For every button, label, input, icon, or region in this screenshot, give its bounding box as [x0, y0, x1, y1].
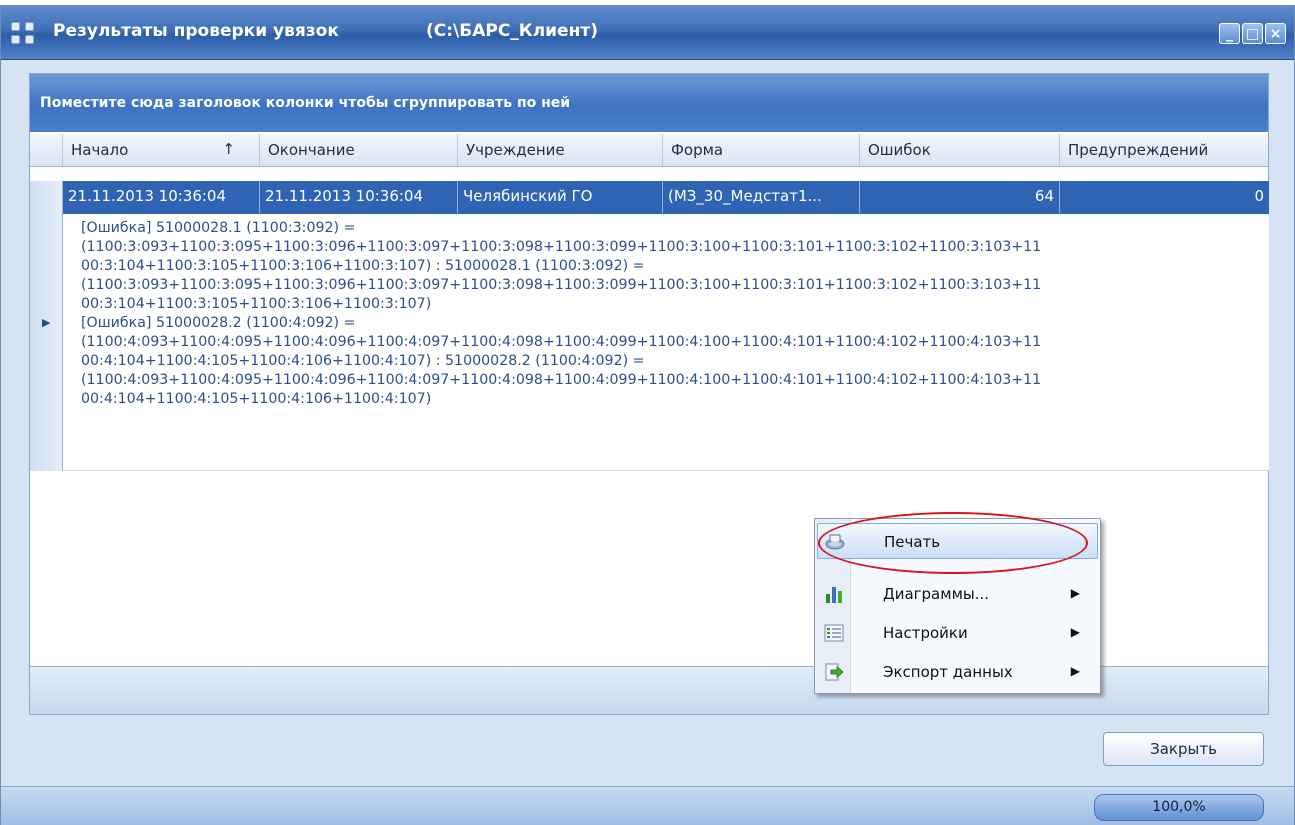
detail-line: (1100:4:093+1100:4:095+1100:4:096+1100:4… [81, 334, 1042, 350]
cell-end: 21.11.2013 10:36:04 [260, 181, 458, 214]
row-detail-text: [Ошибка] 51000028.1 (1100:3:092) = (1100… [63, 214, 1269, 471]
close-window-button[interactable]: × [1265, 23, 1286, 44]
group-by-panel[interactable]: Поместите сюда заголовок колонки чтобы с… [30, 74, 1268, 132]
detail-line: (1100:4:093+1100:4:095+1100:4:096+1100:4… [81, 372, 1042, 388]
menu-item-label: Диаграммы... [883, 585, 990, 603]
column-headers: Начало ↑ Окончание Учреждение Форма Ошиб… [30, 134, 1268, 167]
header-indicator-cell [30, 134, 63, 166]
column-header-institution[interactable]: Учреждение [458, 134, 663, 166]
results-window: Результаты проверки увязок (C:\БАРС_Клие… [0, 5, 1295, 825]
window-title: Результаты проверки увязок [53, 21, 339, 41]
column-header-start[interactable]: Начало ↑ [63, 134, 260, 166]
menu-item-export[interactable]: Экспорт данных ▶ [817, 654, 1098, 690]
column-header-errors[interactable]: Ошибок [860, 134, 1060, 166]
bar-chart-icon [826, 587, 842, 603]
zoom-indicator[interactable]: 100,0% [1094, 794, 1264, 821]
menu-item-print[interactable]: Печать [817, 523, 1098, 559]
cell-start: 21.11.2013 10:36:04 [63, 181, 260, 214]
cell-errors: 64 [860, 181, 1060, 214]
menu-item-label: Печать [884, 533, 941, 551]
title-bar[interactable]: Результаты проверки увязок (C:\БАРС_Клие… [1, 6, 1294, 60]
detail-line: [Ошибка] 51000028.1 (1100:3:092) = [81, 220, 356, 236]
detail-line: (1100:3:093+1100:3:095+1100:3:096+1100:3… [81, 277, 1042, 293]
window-path: (C:\БАРС_Клиент) [426, 21, 598, 41]
detail-line: 00:4:104+1100:4:105+1100:4:106+1100:4:10… [81, 391, 432, 407]
row-indicator[interactable]: ▶ [30, 181, 63, 471]
detail-line: 00:3:104+1100:3:105+1100:3:106+1100:3:10… [81, 296, 432, 312]
cell-institution: Челябинский ГО [458, 181, 663, 214]
export-arrow-icon [825, 663, 844, 681]
close-button[interactable]: Закрыть [1103, 732, 1264, 766]
menu-item-charts[interactable]: Диаграммы... ▶ [817, 576, 1098, 612]
detail-line: [Ошибка] 51000028.2 (1100:4:092) = [81, 315, 356, 331]
printer-icon [825, 534, 845, 550]
context-menu: Печать Диаграммы... ▶ Настройки ▶ Экспор… [814, 518, 1101, 694]
cell-form: (МЗ_30_Медстат1... [663, 181, 860, 214]
menu-item-label: Настройки [883, 624, 968, 642]
cell-warnings: 0 [1254, 187, 1264, 205]
column-header-end[interactable]: Окончание [260, 134, 458, 166]
detail-line: (1100:3:093+1100:3:095+1100:3:096+1100:3… [81, 239, 1042, 255]
current-row-arrow-icon: ▶ [42, 316, 51, 329]
zoom-label: 100,0% [1152, 799, 1206, 815]
submenu-arrow-icon: ▶ [1070, 625, 1080, 639]
submenu-arrow-icon: ▶ [1070, 664, 1080, 678]
detail-line: 00:3:104+1100:3:105+1100:3:106+1100:3:10… [81, 258, 645, 274]
menu-item-settings[interactable]: Настройки ▶ [817, 615, 1098, 651]
maximize-button[interactable]: □ [1242, 23, 1263, 44]
settings-list-icon [824, 624, 844, 642]
group-by-hint: Поместите сюда заголовок колонки чтобы с… [40, 95, 571, 111]
submenu-arrow-icon: ▶ [1070, 586, 1080, 600]
status-bar: 100,0% [1, 786, 1294, 825]
sort-ascending-icon: ↑ [222, 140, 235, 158]
window-controls: _ □ × [1219, 23, 1286, 44]
table-row[interactable]: 21.11.2013 10:36:04 21.11.2013 10:36:04 … [63, 181, 1269, 214]
app-icon [11, 22, 37, 46]
menu-item-label: Экспорт данных [883, 663, 1013, 681]
detail-line: 00:4:104+1100:4:105+1100:4:106+1100:4:10… [81, 353, 645, 369]
column-header-form[interactable]: Форма [663, 134, 860, 166]
minimize-button[interactable]: _ [1219, 23, 1240, 44]
column-header-warnings[interactable]: Предупреждений [1060, 134, 1269, 166]
